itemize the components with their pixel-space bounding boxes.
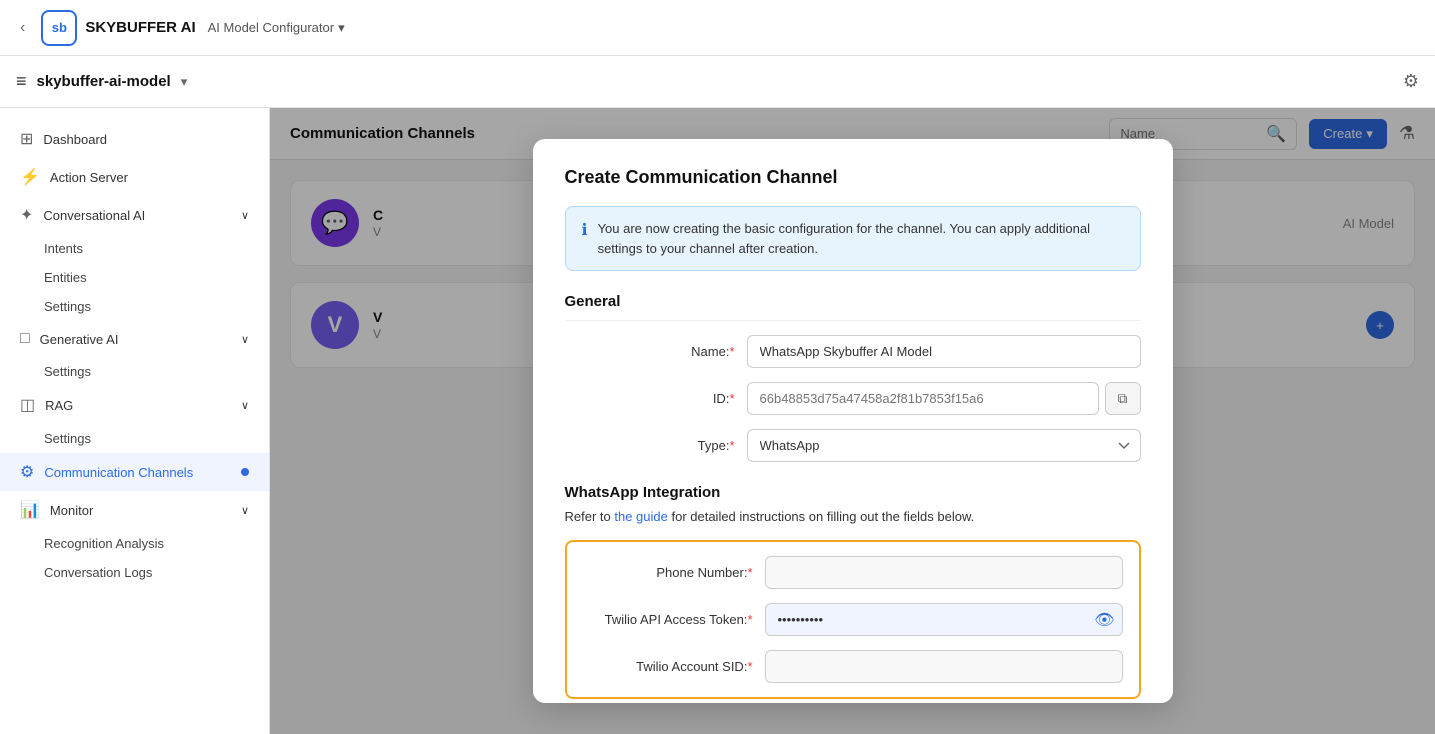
sidebar-item-gen-settings[interactable]: Settings [0, 357, 269, 386]
name-input[interactable] [747, 335, 1141, 368]
name-label: Name:* [565, 344, 735, 359]
logo-icon: sb [41, 10, 77, 46]
dashboard-icon: ⊞ [20, 129, 33, 149]
sidebar-label-monitor: Monitor [50, 503, 93, 518]
phone-number-row: Phone Number:* [567, 556, 1139, 589]
back-button[interactable]: ‹ [16, 15, 29, 41]
copy-id-button[interactable]: ⧉ [1105, 382, 1141, 415]
nav-chevron-icon: ▾ [338, 20, 345, 36]
type-select[interactable]: WhatsApp Teams Viber Zoom Custom [747, 429, 1141, 462]
modal-dialog: Create Communication Channel ℹ You are n… [533, 139, 1173, 702]
top-nav: ‹ sb SKYBUFFER AI AI Model Configurator … [0, 0, 1435, 56]
workspace-chevron-icon[interactable]: ▾ [181, 74, 188, 90]
communication-channels-badge [241, 468, 249, 476]
sidebar-item-conversational-ai[interactable]: ✦ Conversational AI ∨ [0, 196, 269, 234]
sidebar-item-action-server[interactable]: ⚡ Action Server [0, 158, 269, 196]
logo-container: sb SKYBUFFER AI [41, 10, 195, 46]
sidebar-item-rag[interactable]: ◫ RAG ∨ [0, 386, 269, 424]
sidebar-item-recognition-analysis[interactable]: Recognition Analysis [0, 529, 269, 558]
name-row: Name:* [565, 335, 1141, 368]
generative-ai-chevron-icon: ∨ [241, 333, 249, 346]
main-layout: ⊞ Dashboard ⚡ Action Server ✦ Conversati… [0, 108, 1435, 734]
id-input[interactable] [747, 382, 1099, 415]
type-label: Type:* [565, 438, 735, 453]
header-right: ⚙ [1403, 71, 1419, 92]
sidebar-label-generative-ai: Generative AI [40, 332, 119, 347]
twilio-sid-row: Twilio Account SID:* [567, 650, 1139, 683]
settings-icon-button[interactable]: ⚙ [1403, 71, 1419, 92]
sidebar-label-conversational-ai: Conversational AI [43, 208, 145, 223]
phone-number-input[interactable] [765, 556, 1123, 589]
twilio-token-input[interactable] [765, 603, 1123, 636]
rag-icon: ◫ [20, 395, 35, 415]
sidebar-item-generative-ai[interactable]: □ Generative AI ∨ [0, 321, 269, 357]
phone-number-label: Phone Number:* [583, 565, 753, 580]
toggle-password-button[interactable]: 👁 [1094, 610, 1114, 630]
sidebar-item-monitor[interactable]: 📊 Monitor ∨ [0, 491, 269, 529]
twilio-token-row: Twilio API Access Token:* 👁 [567, 603, 1139, 636]
sidebar-item-communication-channels[interactable]: ⚙ Communication Channels [0, 453, 269, 491]
conversational-ai-icon: ✦ [20, 205, 33, 225]
generative-ai-icon: □ [20, 330, 30, 348]
content-area: Communication Channels 🔍 Create ▾ ⚗ 💬 C … [270, 108, 1435, 734]
general-section-label: General [565, 293, 1141, 321]
monitor-icon: 📊 [20, 500, 40, 520]
sidebar-label-action-server: Action Server [50, 170, 128, 185]
sidebar-item-conversation-logs[interactable]: Conversation Logs [0, 558, 269, 587]
info-banner: ℹ You are now creating the basic configu… [565, 206, 1141, 271]
sidebar-item-rag-settings[interactable]: Settings [0, 424, 269, 453]
whatsapp-integration-title: WhatsApp Integration [565, 484, 1141, 501]
highlighted-fields-group: Phone Number:* Twilio API Access Token:*… [565, 540, 1141, 699]
sidebar-label-dashboard: Dashboard [43, 132, 107, 147]
sidebar-label-rag: RAG [45, 398, 73, 413]
sidebar: ⊞ Dashboard ⚡ Action Server ✦ Conversati… [0, 108, 270, 734]
rag-chevron-icon: ∨ [241, 399, 249, 412]
twilio-sid-label: Twilio Account SID:* [583, 659, 753, 674]
twilio-token-label: Twilio API Access Token:* [583, 612, 753, 627]
sidebar-item-intents[interactable]: Intents [0, 234, 269, 263]
modal-title: Create Communication Channel [565, 167, 1141, 188]
twilio-token-input-wrap: 👁 [765, 603, 1123, 636]
id-label: ID:* [565, 391, 735, 406]
info-icon: ℹ [582, 220, 588, 240]
sidebar-label-communication-channels: Communication Channels [44, 465, 193, 480]
info-banner-text: You are now creating the basic configura… [598, 219, 1124, 258]
id-input-group: ⧉ [747, 382, 1141, 415]
brand-name: SKYBUFFER AI [85, 19, 195, 36]
workspace-name: skybuffer-ai-model [37, 73, 171, 90]
second-header: ≡ skybuffer-ai-model ▾ ⚙ [0, 56, 1435, 108]
guide-link[interactable]: the guide [614, 509, 668, 524]
sidebar-item-entities[interactable]: Entities [0, 263, 269, 292]
sidebar-item-ca-settings[interactable]: Settings [0, 292, 269, 321]
sidebar-item-dashboard[interactable]: ⊞ Dashboard [0, 120, 269, 158]
guide-text: Refer to the guide for detailed instruct… [565, 509, 1141, 524]
conversational-ai-chevron-icon: ∨ [241, 209, 249, 222]
communication-channels-icon: ⚙ [20, 462, 34, 482]
modal-overlay: Create Communication Channel ℹ You are n… [270, 108, 1435, 734]
id-row: ID:* ⧉ [565, 382, 1141, 415]
nav-dropdown[interactable]: AI Model Configurator ▾ [208, 20, 345, 36]
action-server-icon: ⚡ [20, 167, 40, 187]
monitor-chevron-icon: ∨ [241, 504, 249, 517]
nav-label: AI Model Configurator [208, 20, 334, 35]
type-row: Type:* WhatsApp Teams Viber Zoom Custom [565, 429, 1141, 462]
twilio-sid-input[interactable] [765, 650, 1123, 683]
hamburger-button[interactable]: ≡ [16, 71, 27, 92]
